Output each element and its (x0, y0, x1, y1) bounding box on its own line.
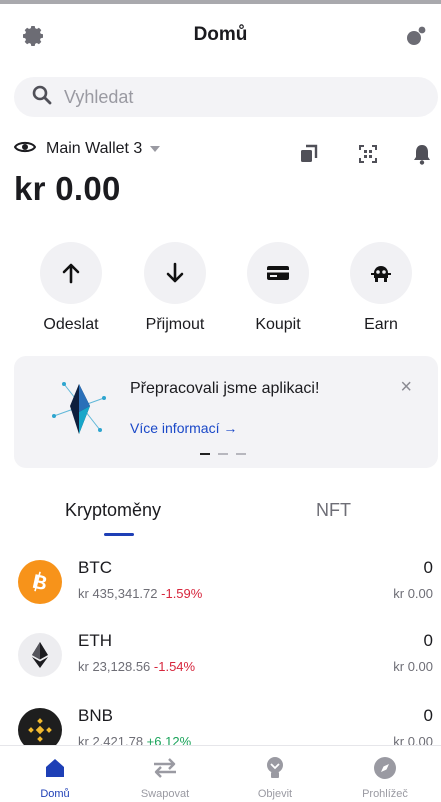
nav-label[interactable]: Prohlížeč (330, 788, 440, 800)
wallet-selector[interactable]: Main Wallet 3 (13, 138, 161, 160)
asset-fiat-value: kr 0.00 (393, 586, 433, 601)
more-info-link[interactable]: Více informací → (130, 420, 237, 436)
carousel-dot[interactable] (200, 453, 210, 455)
carousel-dot[interactable] (218, 453, 228, 455)
card-icon[interactable] (247, 242, 309, 304)
asset-symbol: BTC (78, 558, 112, 577)
page-title: Domů (193, 24, 248, 45)
action-buttons: Odeslat Přijmout Koupit Earn (0, 242, 441, 342)
asset-price-row: kr 23,128.56 -1.54% (78, 659, 195, 674)
asset-change: -1.54% (153, 659, 196, 674)
compass-icon[interactable] (330, 756, 440, 780)
banner-title: Přepracovali jsme aplikaci! (130, 380, 320, 397)
wallet-name[interactable]: Main Wallet 3 (46, 140, 142, 158)
nav-browser[interactable]: Prohlížeč (330, 756, 440, 800)
nav-home[interactable]: Domů (0, 756, 110, 800)
earn-button[interactable]: Earn (333, 242, 429, 334)
chevron-down-icon[interactable] (150, 146, 161, 152)
status-bar-divider (0, 0, 441, 4)
eye-icon[interactable] (13, 139, 37, 160)
receive-button[interactable]: Přijmout (127, 242, 223, 334)
asset-row-btc[interactable]: B BTC kr 435,341.72 -1.59% 0 kr 0.00 (0, 550, 441, 614)
bitcoin-icon: B (18, 560, 62, 604)
bottom-navigation: Domů Swapovat Objevit Prohlížeč (0, 745, 441, 802)
bell-icon[interactable] (408, 140, 436, 168)
search-icon (32, 85, 52, 110)
nav-discover[interactable]: Objevit (220, 756, 330, 800)
tab-nft[interactable]: NFT (316, 500, 351, 521)
buy-button[interactable]: Koupit (230, 242, 326, 334)
earn-label[interactable]: Earn (333, 316, 429, 334)
asset-price: kr 435,341.72 (78, 586, 158, 601)
carousel-indicator (200, 453, 246, 455)
top-header: Domů (0, 10, 441, 62)
discover-icon[interactable] (220, 756, 330, 780)
send-label[interactable]: Odeslat (23, 316, 119, 334)
close-icon[interactable]: × (400, 376, 412, 399)
asset-price: kr 23,128.56 (78, 659, 151, 674)
nav-label[interactable]: Objevit (220, 788, 330, 800)
nav-swap[interactable]: Swapovat (110, 756, 220, 800)
search-input[interactable] (64, 86, 404, 108)
send-button[interactable]: Odeslat (23, 242, 119, 334)
carousel-dot[interactable] (236, 453, 246, 455)
arrow-up-icon[interactable] (40, 242, 102, 304)
active-tab-indicator (104, 533, 134, 536)
scan-icon[interactable] (354, 140, 382, 168)
asset-amount: 0 (423, 558, 433, 577)
nav-label[interactable]: Swapovat (110, 788, 220, 800)
tab-crypto[interactable]: Kryptoměny (65, 500, 161, 521)
promo-banner[interactable]: Přepracovali jsme aplikaci! Více informa… (14, 356, 438, 468)
swap-icon[interactable] (110, 756, 220, 780)
search-bar[interactable] (14, 77, 438, 117)
earn-icon[interactable] (350, 242, 412, 304)
asset-amount: 0 (423, 631, 433, 650)
buy-label[interactable]: Koupit (230, 316, 326, 334)
receive-label[interactable]: Přijmout (127, 316, 223, 334)
home-icon[interactable] (0, 756, 110, 780)
asset-symbol: ETH (78, 631, 112, 650)
asset-change: -1.59% (161, 586, 203, 601)
copy-icon[interactable] (295, 140, 323, 168)
arrow-down-icon[interactable] (144, 242, 206, 304)
asset-row-eth[interactable]: ETH kr 23,128.56 -1.54% 0 kr 0.00 (0, 623, 441, 687)
wallet-connect-icon[interactable] (402, 22, 430, 50)
nav-label[interactable]: Domů (0, 788, 110, 800)
asset-fiat-value: kr 0.00 (393, 659, 433, 674)
ethereum-icon (18, 633, 62, 677)
asset-amount: 0 (423, 706, 433, 725)
asset-symbol: BNB (78, 706, 113, 725)
wallet-balance: kr 0.00 (14, 170, 121, 207)
asset-price-row: kr 435,341.72 -1.59% (78, 586, 202, 601)
crystal-illustration-icon (44, 372, 114, 442)
